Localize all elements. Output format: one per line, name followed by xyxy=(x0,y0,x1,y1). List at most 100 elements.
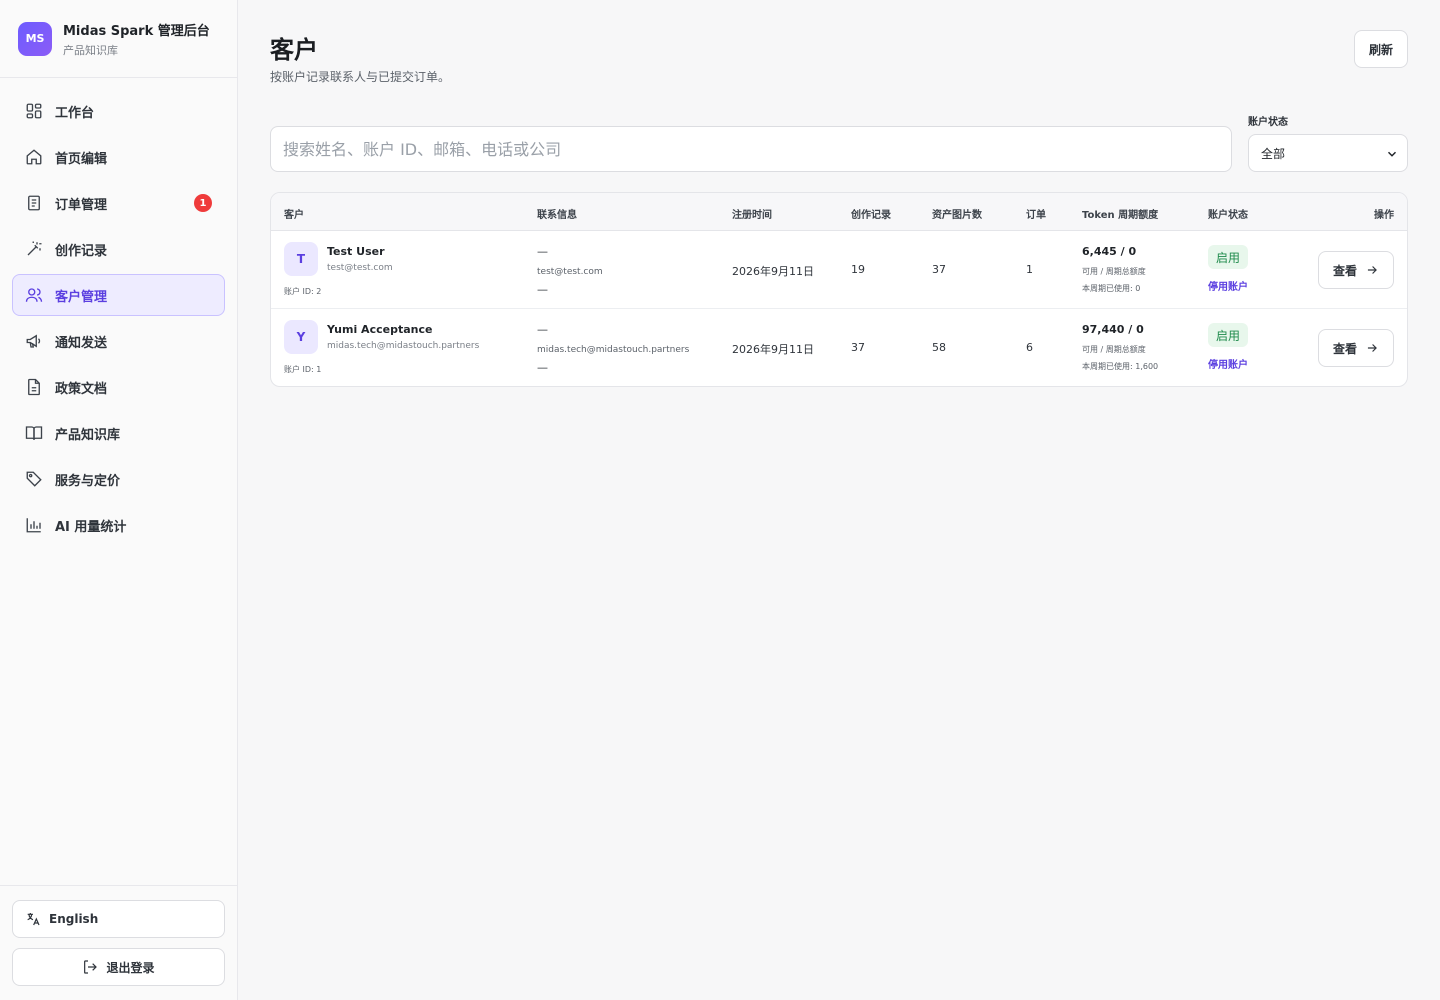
magic-wand-icon xyxy=(25,240,43,258)
contact-email: test@test.com xyxy=(537,267,603,277)
view-button-label: 查看 xyxy=(1332,263,1357,278)
sidebar-item-label: 服务与定价 xyxy=(55,473,121,489)
sidebar-item-ai-usage[interactable]: AI 用量统计 xyxy=(12,504,225,546)
receipt-icon xyxy=(25,194,43,212)
column-header: 订单 xyxy=(1026,210,1046,221)
page-subtitle: 按账户记录联系人与已提交订单。 xyxy=(270,70,451,84)
translate-icon xyxy=(25,911,41,927)
sidebar-item-policies[interactable]: 政策文档 xyxy=(12,366,225,408)
sidebar-item-dashboard[interactable]: 工作台 xyxy=(12,90,225,132)
column-header: 创作记录 xyxy=(851,210,891,221)
customer-name: Yumi Acceptance xyxy=(327,323,433,336)
sidebar-item-label: AI 用量统计 xyxy=(55,519,127,535)
registered-date: 2026年9月11日 xyxy=(732,265,814,278)
column-header: 操作 xyxy=(1374,210,1394,221)
sidebar-item-label: 首页编辑 xyxy=(55,151,108,167)
column-header: 资产图片数 xyxy=(932,210,982,221)
order-count: 1 xyxy=(1026,263,1033,276)
registered-date: 2026年9月11日 xyxy=(732,343,814,356)
search-input[interactable] xyxy=(270,126,1232,172)
table-row: Y Yumi Acceptance midas.tech@midastouch.… xyxy=(271,309,1407,386)
sidebar-item-notifications[interactable]: 通知发送 xyxy=(12,320,225,362)
order-count: 6 xyxy=(1026,341,1033,354)
table-row: T Test User test@test.com 账户 ID: 2 — tes… xyxy=(271,231,1407,309)
customer-email: test@test.com xyxy=(327,263,393,273)
creation-count: 37 xyxy=(851,341,865,354)
sidebar-item-label: 工作台 xyxy=(55,105,95,121)
column-header: Token 周期额度 xyxy=(1082,210,1159,221)
account-status-select[interactable]: 全部 xyxy=(1248,134,1408,172)
disable-account-link[interactable]: 停用账户 xyxy=(1208,356,1248,371)
asset-image-count: 58 xyxy=(932,341,946,354)
arrow-right-icon xyxy=(1365,341,1379,355)
sidebar-item-label: 订单管理 xyxy=(55,197,108,213)
sidebar-item-creations[interactable]: 创作记录 xyxy=(12,228,225,270)
sidebar-item-label: 创作记录 xyxy=(55,243,108,259)
chevron-down-icon xyxy=(1387,151,1397,157)
logout-button[interactable]: 退出登录 xyxy=(12,948,225,986)
avatar: Y xyxy=(284,320,318,354)
brand-header: MS Midas Spark 管理后台 产品知识库 xyxy=(0,0,237,78)
brand-title: Midas Spark 管理后台 xyxy=(63,23,210,39)
token-quota-caption: 可用 / 周期总额度 xyxy=(1082,267,1146,276)
sidebar-item-orders[interactable]: 订单管理 1 xyxy=(12,182,225,224)
sidebar: MS Midas Spark 管理后台 产品知识库 工作台 首页编辑 订单管理 … xyxy=(0,0,238,1000)
customer-email: midas.tech@midastouch.partners xyxy=(327,341,480,351)
bar-chart-icon xyxy=(25,516,43,534)
dashboard-icon xyxy=(25,102,43,120)
language-switch-button[interactable]: English xyxy=(12,900,225,938)
brand-subtitle: 产品知识库 xyxy=(63,43,118,57)
avatar: T xyxy=(284,242,318,276)
account-id: 账户 ID: 1 xyxy=(284,365,322,374)
token-quota: 6,445 / 0 xyxy=(1082,245,1137,258)
customers-table: 客户 联系信息 注册时间 创作记录 资产图片数 订单 Token 周期额度 账户… xyxy=(270,192,1408,387)
view-customer-button[interactable]: 查看 xyxy=(1318,329,1394,367)
logout-icon xyxy=(82,959,98,975)
token-quota-caption: 可用 / 周期总额度 xyxy=(1082,345,1146,354)
document-icon xyxy=(25,378,43,396)
view-customer-button[interactable]: 查看 xyxy=(1318,251,1394,289)
column-header: 客户 xyxy=(284,210,304,221)
token-used: 本周期已使用: 0 xyxy=(1082,284,1141,293)
column-header: 注册时间 xyxy=(732,210,772,221)
logout-label: 退出登录 xyxy=(106,960,155,975)
sidebar-item-knowledge-base[interactable]: 产品知识库 xyxy=(12,412,225,454)
sidebar-footer: English 退出登录 xyxy=(0,885,237,1000)
brand-logo: MS xyxy=(18,21,52,56)
asset-image-count: 37 xyxy=(932,263,946,276)
megaphone-icon xyxy=(25,332,43,350)
contact-company: — xyxy=(537,283,548,296)
contact-company: — xyxy=(537,361,548,374)
order-count-badge: 1 xyxy=(194,194,212,212)
contact-phone: — xyxy=(537,323,548,336)
main-content: 客户 按账户记录联系人与已提交订单。 刷新 账户状态 全部 客户 联系信息 注册… xyxy=(238,0,1440,1000)
sidebar-item-label: 客户管理 xyxy=(55,289,108,305)
column-header: 账户状态 xyxy=(1208,210,1248,221)
sidebar-item-pricing[interactable]: 服务与定价 xyxy=(12,458,225,500)
status-badge: 启用 xyxy=(1208,323,1249,347)
sidebar-item-home-editor[interactable]: 首页编辑 xyxy=(12,136,225,178)
view-button-label: 查看 xyxy=(1332,341,1357,356)
table-header: 客户 联系信息 注册时间 创作记录 资产图片数 订单 Token 周期额度 账户… xyxy=(271,193,1407,231)
arrow-right-icon xyxy=(1365,263,1379,277)
sidebar-item-customers[interactable]: 客户管理 xyxy=(12,274,225,316)
account-id: 账户 ID: 2 xyxy=(284,287,322,296)
customer-name: Test User xyxy=(327,245,385,258)
home-icon xyxy=(25,148,43,166)
users-icon xyxy=(25,286,43,304)
creation-count: 19 xyxy=(851,263,865,276)
column-header: 联系信息 xyxy=(537,210,577,221)
sidebar-item-label: 政策文档 xyxy=(55,381,108,397)
tag-icon xyxy=(25,470,43,488)
refresh-button[interactable]: 刷新 xyxy=(1354,30,1408,68)
token-used: 本周期已使用: 1,600 xyxy=(1082,362,1159,371)
sidebar-nav: 工作台 首页编辑 订单管理 1 创作记录 客户管理 通知发送 政策文档 产品知识… xyxy=(0,78,237,546)
sidebar-item-label: 产品知识库 xyxy=(55,427,121,443)
disable-account-link[interactable]: 停用账户 xyxy=(1208,278,1248,293)
contact-phone: — xyxy=(537,245,548,258)
account-status-label: 账户状态 xyxy=(1248,117,1288,128)
status-badge: 启用 xyxy=(1208,245,1249,269)
account-status-value: 全部 xyxy=(1261,146,1286,161)
token-quota: 97,440 / 0 xyxy=(1082,323,1144,336)
contact-email: midas.tech@midastouch.partners xyxy=(537,345,690,355)
